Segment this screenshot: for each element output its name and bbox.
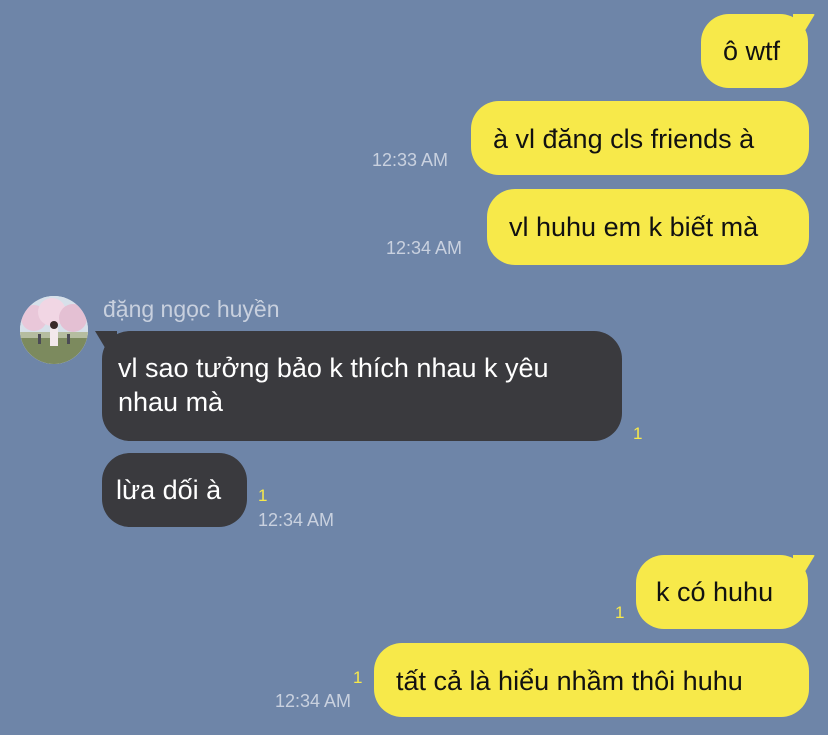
message-timestamp: 12:34 AM <box>386 238 463 258</box>
message-bubble-outgoing[interactable]: tất cả là hiểu nhầm thôi huhu <box>374 643 809 717</box>
avatar-photo-icon <box>20 296 88 364</box>
message-timestamp: 12:33 AM <box>372 150 449 170</box>
unread-count: 1 <box>353 668 363 687</box>
message-timestamp: 12:34 AM <box>275 691 352 711</box>
message-bubble-incoming[interactable]: lừa dối à <box>102 453 247 527</box>
message-bubble-outgoing[interactable]: à vl đăng cls friends à <box>471 101 809 175</box>
message-bubble-incoming[interactable]: vl sao tưởng bảo k thích nhau k yêu nhau… <box>102 331 622 441</box>
message-text: à vl đăng cls friends à <box>493 124 755 154</box>
message-bubble-outgoing[interactable]: vl huhu em k biết mà <box>487 189 809 265</box>
unread-count: 1 <box>258 486 268 505</box>
message-text: tất cả là hiểu nhầm thôi huhu <box>396 666 743 696</box>
message-text: vl sao tưởng bảo k thích nhau k yêu nhau… <box>118 353 549 417</box>
unread-count: 1 <box>633 424 643 443</box>
message-text: vl huhu em k biết mà <box>509 212 759 242</box>
message-bubble-outgoing[interactable]: k có huhu <box>636 555 808 629</box>
message-text: k có huhu <box>656 577 774 607</box>
message-timestamp: 12:34 AM <box>258 510 335 530</box>
message-text: ô wtf <box>723 36 781 66</box>
chat-area[interactable]: ô wtf 12:33 AM à vl đăng cls friends à 1… <box>0 0 828 735</box>
message-bubble-outgoing[interactable]: ô wtf <box>701 14 808 88</box>
sender-name: đặng ngọc huyền <box>103 296 280 322</box>
contact-avatar[interactable] <box>20 296 88 364</box>
message-text: lừa dối à <box>116 475 222 505</box>
unread-count: 1 <box>615 603 625 622</box>
